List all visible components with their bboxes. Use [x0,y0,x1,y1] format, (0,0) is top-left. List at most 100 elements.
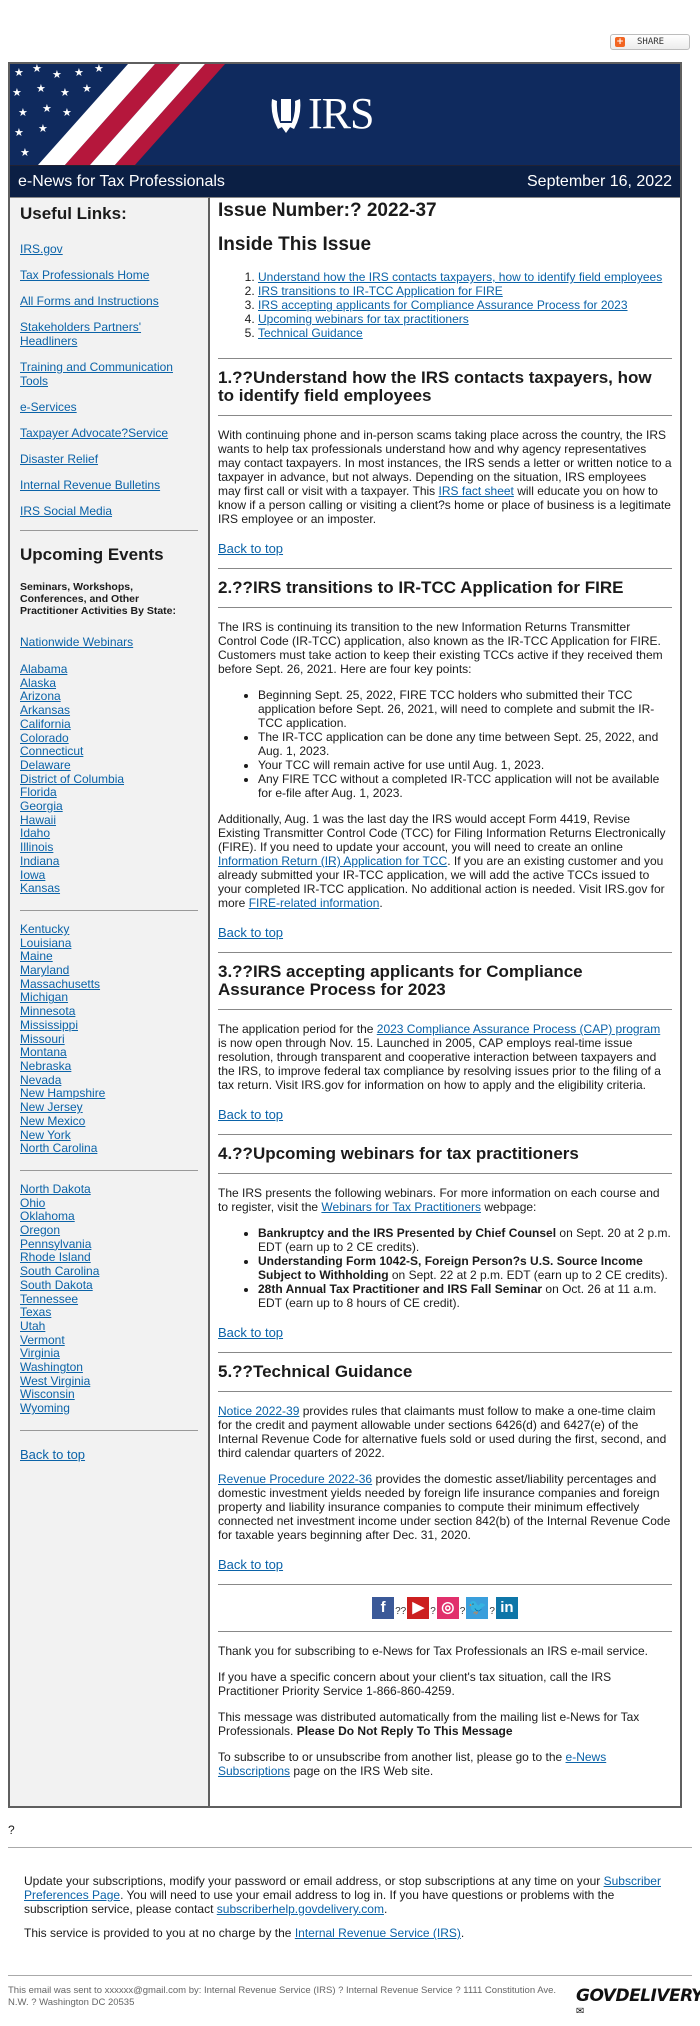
state-link[interactable]: Ohio [20,1196,198,1211]
useful-link[interactable]: Stakeholders Partners' Headliners [20,320,198,348]
useful-link[interactable]: IRS.gov [20,242,198,256]
back-to-top-link[interactable]: Back to top [218,1558,283,1572]
useful-link[interactable]: IRS Social Media [20,504,198,518]
share-button[interactable]: + SHARE [610,34,690,50]
useful-link[interactable]: Training and Communication Tools [20,360,198,388]
back-to-top-link[interactable]: Back to top [218,1326,283,1340]
state-link[interactable]: Washington [20,1360,198,1375]
state-link[interactable]: Connecticut [20,745,198,759]
state-link[interactable]: Rhode Island [20,1251,198,1265]
subscriber-help-link[interactable]: subscriberhelp.govdelivery.com [217,1902,384,1916]
separator: ? [430,1606,436,1617]
instagram-icon[interactable]: ◎ [436,1597,459,1619]
state-link[interactable]: Pennsylvania [20,1237,198,1252]
back-to-top-link[interactable]: Back to top [218,926,283,940]
useful-link[interactable]: All Forms and Instructions [20,294,198,308]
state-link[interactable]: Iowa [20,868,198,883]
webinar-name: 28th Annual Tax Practitioner and IRS Fal… [258,1282,543,1296]
divider [218,358,672,359]
state-link[interactable]: Florida [20,786,198,800]
useful-link[interactable]: Taxpayer Advocate?Service [20,426,198,440]
youtube-icon[interactable]: ▶ [407,1597,430,1619]
notice-2022-39-link[interactable]: Notice 2022-39 [218,1404,299,1418]
sidebar-back-to-top-link[interactable]: Back to top [20,1447,85,1462]
back-to-top-link[interactable]: Back to top [218,542,283,556]
state-link[interactable]: Montana [20,1046,198,1060]
state-link[interactable]: Michigan [20,991,198,1005]
state-link[interactable]: Indiana [20,854,198,869]
state-link[interactable]: Illinois [20,840,198,855]
header-banner: ★ ★ ★ ★ ★ ★ ★ ★ ★ ★ ★ ★ ★ ★ ★ IRS [10,64,680,165]
useful-link[interactable]: Internal Revenue Bulletins [20,478,198,492]
state-link[interactable]: Massachusetts [20,977,198,992]
linkedin-icon[interactable]: in [495,1597,518,1619]
state-link[interactable]: Mississippi [20,1018,198,1033]
toc-link[interactable]: Upcoming webinars for tax practitioners [258,312,469,326]
state-link[interactable]: North Dakota [20,1182,198,1197]
ir-application-for-tcc-link[interactable]: Information Return (IR) Application for … [218,854,447,868]
divider [218,1391,672,1392]
state-link[interactable]: Arkansas [20,703,198,718]
govdelivery-logo-text: GOVDELIVERY [576,1986,700,2006]
state-link[interactable]: Kentucky [20,922,198,937]
state-link[interactable]: South Carolina [20,1264,198,1279]
state-link[interactable]: Delaware [20,758,198,773]
state-link[interactable]: Texas [20,1306,198,1320]
useful-link[interactable]: Tax Professionals Home [20,268,198,282]
state-link[interactable]: California [20,717,198,732]
state-link[interactable]: Minnesota [20,1004,198,1019]
state-link[interactable]: Nevada [20,1073,198,1088]
useful-link[interactable]: Disaster Relief [20,452,198,466]
govdelivery-logo[interactable]: GOVDELIVERY✉ [576,1986,700,2026]
state-link[interactable]: North Carolina [20,1141,198,1156]
state-link[interactable]: Louisiana [20,936,198,951]
state-link[interactable]: Virginia [20,1347,198,1361]
state-link[interactable]: Oklahoma [20,1210,198,1224]
toc-link[interactable]: Understand how the IRS contacts taxpayer… [258,270,662,284]
facebook-icon[interactable]: f [372,1597,395,1619]
toc-link[interactable]: IRS accepting applicants for Compliance … [258,298,628,312]
irs-link[interactable]: Internal Revenue Service (IRS) [295,1926,461,1940]
state-link[interactable]: Vermont [20,1333,198,1348]
toc-link[interactable]: Technical Guidance [258,326,363,340]
state-link[interactable]: Tennessee [20,1292,198,1307]
state-link[interactable]: Missouri [20,1032,198,1047]
state-link[interactable]: Maine [20,950,198,964]
twitter-icon[interactable]: 🐦 [466,1597,489,1619]
state-link[interactable]: West Virginia [20,1374,198,1389]
stray-question-mark: ? [8,1823,15,1837]
rev-proc-2022-36-link[interactable]: Revenue Procedure 2022-36 [218,1472,372,1486]
state-link[interactable]: Utah [20,1319,198,1334]
irs-fact-sheet-link[interactable]: IRS fact sheet [439,484,514,498]
state-link[interactable]: South Dakota [20,1278,198,1293]
toc-link[interactable]: IRS transitions to IR-TCC Application fo… [258,284,503,298]
state-link[interactable]: District of Columbia [20,772,198,787]
state-link[interactable]: Kansas [20,882,198,896]
state-link[interactable]: Wyoming [20,1401,198,1416]
state-link[interactable]: Alabama [20,662,198,677]
state-link[interactable]: New Hampshire [20,1087,198,1101]
nationwide-webinars-link[interactable]: Nationwide Webinars [20,635,198,649]
state-link[interactable]: Wisconsin [20,1388,198,1402]
cap-program-link[interactable]: 2023 Compliance Assurance Process (CAP) … [377,1022,660,1036]
toc-item: Technical Guidance [258,326,672,340]
state-link[interactable]: New Mexico [20,1114,198,1129]
back-to-top-link[interactable]: Back to top [218,1108,283,1122]
state-link[interactable]: Alaska [20,676,198,691]
state-link[interactable]: Colorado [20,731,198,746]
useful-link[interactable]: e-Services [20,400,198,414]
section-5-para-2: Revenue Procedure 2022-36 provides the d… [218,1472,672,1542]
state-link[interactable]: Oregon [20,1223,198,1238]
irs-logo: IRS [268,92,374,136]
webinar-item: 28th Annual Tax Practitioner and IRS Fal… [258,1282,672,1310]
state-link[interactable]: Nebraska [20,1059,198,1074]
webinars-link[interactable]: Webinars for Tax Practitioners [321,1200,481,1214]
state-link[interactable]: Georgia [20,799,198,814]
state-link[interactable]: New Jersey [20,1100,198,1115]
state-link[interactable]: Hawaii [20,813,198,828]
state-link[interactable]: Arizona [20,690,198,704]
state-link[interactable]: New York [20,1128,198,1143]
state-link[interactable]: Maryland [20,963,198,978]
fire-related-information-link[interactable]: FIRE-related information [249,896,380,910]
state-link[interactable]: Idaho [20,827,198,841]
